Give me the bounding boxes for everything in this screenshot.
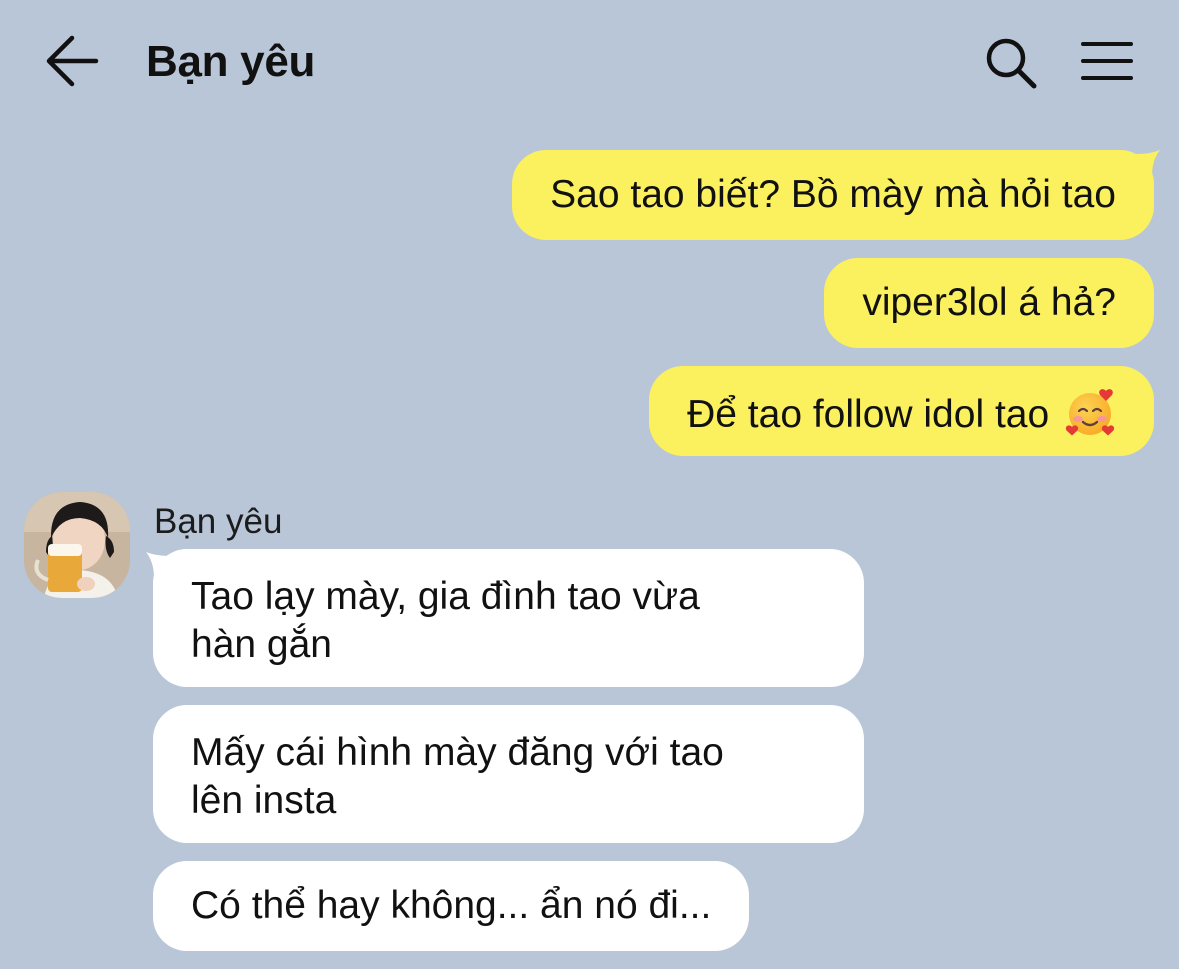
profile-photo <box>24 492 130 598</box>
message-text: Có thể hay không... ẩn nó đi... <box>191 884 712 927</box>
message-text-line: Tao lạy mày, gia đình tao vừa <box>191 575 700 618</box>
message-text: Sao tao biết? Bồ mày mà hỏi tao <box>550 173 1116 216</box>
outgoing-message[interactable]: Sao tao biết? Bồ mày mà hỏi tao <box>512 150 1154 240</box>
message-text-line: hàn gắn <box>191 623 332 666</box>
chat-screen: Bạn yêu Sao tao biết? Bồ mày mà hỏi tao … <box>0 0 1179 969</box>
incoming-message[interactable]: Có thể hay không... ẩn nó đi... <box>153 861 750 951</box>
message-text: viper3lol á hả? <box>862 281 1116 324</box>
menu-button[interactable] <box>1080 40 1134 82</box>
incoming-message[interactable]: Tao lạy mày, gia đình tao vừa hàn gắn <box>153 549 864 687</box>
smiling-face-with-hearts-emoji <box>1065 389 1115 436</box>
message-text-line: Mấy cái hình mày đăng với tao <box>191 731 724 774</box>
arrow-left-icon <box>46 35 99 87</box>
chat-header: Bạn yêu <box>0 0 1179 122</box>
chat-title: Bạn yêu <box>146 37 316 86</box>
outgoing-message[interactable]: viper3lol á hả? <box>824 258 1154 348</box>
message-text-line: lên insta <box>191 779 337 822</box>
message-text: Để tao follow idol tao <box>687 393 1050 436</box>
incoming-message[interactable]: Mấy cái hình mày đăng với tao lên insta <box>153 705 864 843</box>
search-button[interactable] <box>984 36 1038 90</box>
search-icon <box>986 38 1037 89</box>
sender-name: Bạn yêu <box>154 502 283 541</box>
avatar[interactable] <box>24 492 130 598</box>
back-button[interactable] <box>44 34 100 88</box>
hamburger-menu-icon <box>1081 42 1133 80</box>
outgoing-message[interactable]: Để tao follow idol tao <box>649 366 1154 456</box>
